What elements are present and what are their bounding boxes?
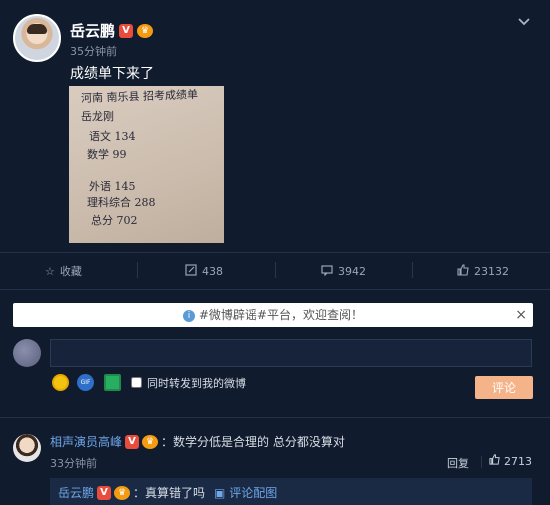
author-name[interactable]: 岳云鹏 (70, 20, 115, 41)
crown-icon: ♛ (114, 485, 131, 500)
divider (481, 456, 482, 468)
chevron-down-icon[interactable] (517, 14, 531, 28)
photo-line: 语文 134 (89, 130, 136, 143)
commenter-name[interactable]: 相声演员高峰 (50, 433, 122, 450)
emoji-icon[interactable] (52, 374, 69, 391)
post-image[interactable]: 河南 南乐县 招考成绩单 岳龙刚 语文 134 数学 99 外语 145 理科综… (69, 86, 224, 243)
divider (0, 417, 550, 418)
divider (0, 252, 550, 253)
crown-icon: ♛ (142, 434, 159, 449)
verified-icon: V (119, 23, 134, 38)
crown-icon: ♛ (137, 23, 154, 38)
picture-icon: ▣ (214, 486, 226, 500)
photo-line: 总分 702 (91, 214, 138, 227)
post-text: 成绩单下来了 (70, 66, 154, 82)
author-avatar[interactable] (13, 14, 61, 62)
star-icon: ☆ (45, 264, 55, 278)
divider (275, 262, 276, 278)
favorite-button[interactable]: ☆ 收藏 (45, 262, 82, 280)
reply-button[interactable]: 回复 (447, 455, 469, 471)
verified-icon: V (125, 434, 140, 449)
thumbs-up-icon (489, 454, 500, 468)
repost-button[interactable]: 438 (185, 262, 223, 280)
comment-button[interactable]: 3942 (321, 262, 366, 280)
post-time[interactable]: 35分钟前 (70, 43, 117, 59)
divider (412, 262, 413, 278)
reply-author[interactable]: 岳云鹏 (58, 484, 94, 501)
comment-icon (321, 264, 333, 279)
commenter-avatar[interactable] (13, 434, 41, 462)
photo-line: 外语 145 (89, 180, 136, 193)
reply-text: ：真算错了吗 (133, 486, 206, 500)
divider (137, 262, 138, 278)
info-icon: i (183, 309, 196, 322)
reply-item: 岳云鹏 V ♛ ：真算错了吗 ▣ 评论配图 (50, 478, 532, 505)
image-icon[interactable] (104, 374, 121, 391)
photo-line: 河南 南乐县 招考成绩单 (80, 87, 199, 106)
like-button[interactable]: 23132 (457, 262, 509, 280)
comment-input[interactable] (50, 339, 532, 367)
comment-like-button[interactable]: 2713 (489, 454, 532, 468)
repost-icon (185, 263, 197, 279)
forward-checkbox[interactable] (131, 377, 142, 388)
image-comment-link[interactable]: ▣ 评论配图 (214, 484, 277, 501)
photo-line: 岳龙刚 (81, 110, 114, 123)
current-user-avatar (13, 339, 41, 367)
gif-icon[interactable]: GIF (77, 374, 94, 391)
verified-icon: V (97, 485, 112, 500)
photo-line: 数学 99 (87, 148, 127, 161)
rumor-tip-banner[interactable]: i #微博辟谣#平台，欢迎查阅！ × (13, 303, 533, 327)
close-icon[interactable]: × (515, 303, 527, 327)
comment-time: 33分钟前 (50, 457, 97, 470)
photo-line: 理科综合 288 (87, 196, 156, 209)
thumbs-up-icon (457, 263, 469, 279)
divider (0, 289, 550, 290)
comment-text: ：数学分低是合理的 总分都没算对 (161, 435, 345, 449)
submit-comment-button[interactable]: 评论 (475, 376, 533, 399)
forward-label: 同时转发到我的微博 (147, 377, 246, 390)
